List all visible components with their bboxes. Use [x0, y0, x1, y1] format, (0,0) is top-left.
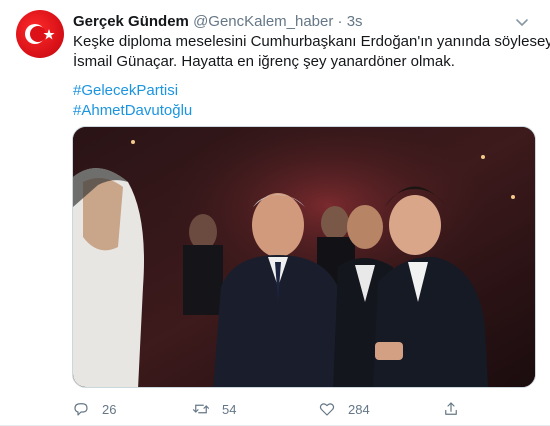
tweet-text: Keşke diploma meselesini Cumhurbaşkanı E… — [73, 32, 550, 72]
photo-of-men-talking — [73, 127, 535, 387]
heart-icon — [319, 403, 335, 416]
hashtag-link[interactable]: #GelecekPartisi — [73, 81, 192, 101]
like-button[interactable]: 284 — [318, 398, 370, 420]
tweet-card[interactable]: Gerçek Gündem @GencKalem_haber · 3s Keşk… — [0, 0, 550, 426]
author-handle[interactable]: @GencKalem_haber — [193, 13, 333, 30]
turkish-flag-icon — [25, 24, 55, 44]
tweet-text-line: İsmail Günaçar. Hayatta en iğrenç şey ya… — [73, 53, 455, 70]
retweet-count: 54 — [222, 401, 237, 417]
hashtag-list: #GelecekPartisi #AhmetDavutoğlu — [73, 81, 192, 121]
tweet-timestamp[interactable]: 3s — [347, 13, 363, 30]
author-name[interactable]: Gerçek Gündem — [73, 13, 189, 30]
chevron-down-icon — [516, 19, 528, 26]
reply-count: 26 — [102, 401, 117, 417]
like-count: 284 — [348, 401, 370, 417]
reply-button[interactable]: 26 — [72, 398, 116, 420]
share-icon — [445, 402, 457, 415]
tweet-actions: 26 54 284 — [72, 398, 472, 420]
hashtag-link[interactable]: #AhmetDavutoğlu — [73, 101, 192, 121]
tweet-header: Gerçek Gündem @GencKalem_haber · 3s — [73, 12, 363, 32]
header-separator: · — [337, 13, 343, 30]
more-options-button[interactable] — [512, 12, 532, 32]
retweet-icon — [192, 404, 210, 414]
reply-icon — [74, 403, 88, 416]
tweet-photo[interactable] — [72, 126, 536, 388]
retweet-button[interactable]: 54 — [192, 398, 236, 420]
share-button[interactable] — [442, 398, 472, 420]
tweet-text-line: Keşke diploma meselesini Cumhurbaşkanı E… — [73, 33, 550, 50]
author-avatar[interactable] — [16, 10, 64, 58]
